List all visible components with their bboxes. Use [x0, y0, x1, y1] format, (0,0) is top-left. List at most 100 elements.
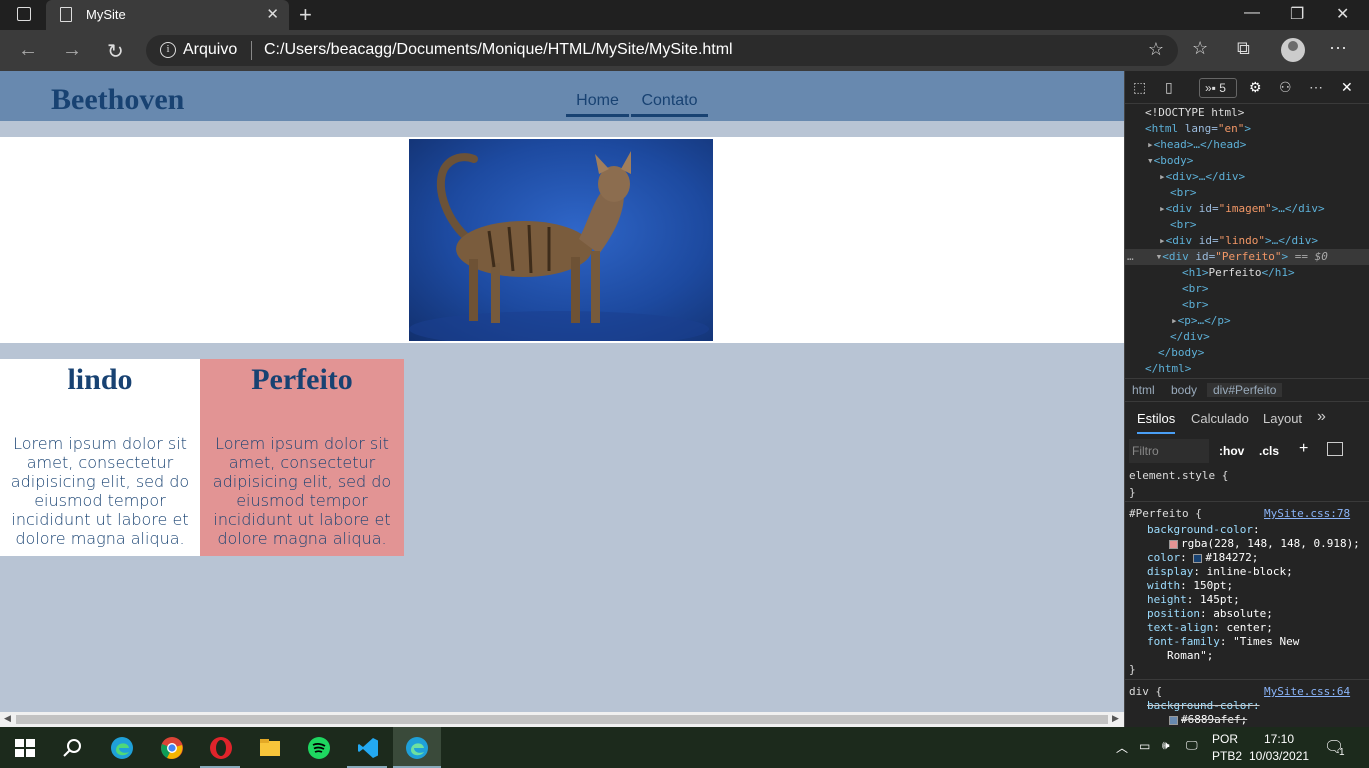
nav-contato-link[interactable]: Contato — [631, 92, 708, 117]
vscode-icon[interactable] — [356, 736, 380, 760]
scroll-left-icon[interactable]: ◀ — [4, 713, 11, 724]
add-favorite-icon[interactable]: ☆ — [1148, 39, 1164, 60]
dom-line[interactable]: </body> — [1158, 345, 1204, 361]
cls-toggle[interactable]: .cls — [1259, 444, 1279, 458]
address-bar[interactable]: i Arquivo C:/Users/beacagg/Documents/Mon… — [146, 35, 1178, 66]
forward-icon[interactable]: → — [62, 39, 82, 62]
tab-actions-icon[interactable] — [17, 7, 31, 21]
collections-icon[interactable]: ⧉ — [1237, 38, 1250, 59]
color-swatch[interactable] — [1169, 715, 1178, 725]
dom-line[interactable]: <br> — [1170, 217, 1197, 233]
tab-estilos[interactable]: Estilos — [1137, 411, 1176, 434]
toggle-sidebar-icon[interactable] — [1327, 442, 1343, 456]
new-rule-icon[interactable]: + — [1299, 440, 1308, 458]
keyboard-layout[interactable]: PTB2 — [1212, 749, 1242, 763]
perfeito-source-link[interactable]: MySite.css:78 — [1264, 507, 1350, 521]
devtools-toolbar: ⬚ ▯ »▪ 5 ⚙ ⚇ ⋯ ✕ — [1125, 71, 1369, 104]
style-value[interactable]: rgba(228, 148, 148, 0.918); — [1169, 537, 1360, 551]
windows-start-icon[interactable] — [13, 736, 37, 760]
style-prop-overridden[interactable]: background-color: — [1147, 699, 1260, 713]
battery-icon[interactable]: ▭ — [1139, 739, 1150, 753]
windows-taskbar: ︿ ▭ 🕪 🖵 POR PTB2 17:10 10/03/2021 🗨 1 — [0, 727, 1369, 768]
clock-time[interactable]: 17:10 — [1264, 732, 1294, 746]
restore-icon[interactable]: ❐ — [1290, 4, 1304, 24]
style-prop[interactable]: font-family: "Times New — [1147, 635, 1299, 649]
back-icon[interactable]: ← — [18, 39, 38, 62]
scrollbar-thumb[interactable] — [16, 715, 1108, 724]
breadcrumb-html[interactable]: html — [1132, 383, 1155, 397]
more-tabs-icon[interactable]: » — [1317, 408, 1326, 426]
breadcrumb-div-perfeito[interactable]: div#Perfeito — [1207, 383, 1283, 397]
style-prop[interactable]: color: #184272; — [1147, 551, 1258, 565]
settings-gear-icon[interactable]: ⚙ — [1249, 79, 1262, 96]
opera-icon[interactable] — [209, 736, 233, 760]
style-prop[interactable]: position: absolute; — [1147, 607, 1273, 621]
close-devtools-icon[interactable]: ✕ — [1341, 79, 1353, 96]
refresh-icon[interactable]: ↻ — [107, 39, 124, 64]
edge-dev-icon[interactable] — [405, 736, 429, 760]
nav-home-link[interactable]: Home — [566, 92, 629, 117]
inspect-icon[interactable]: ⬚ — [1133, 79, 1146, 96]
dom-line[interactable]: <!DOCTYPE html> — [1145, 105, 1244, 121]
dom-line[interactable]: ▸<p>…</p> — [1171, 313, 1231, 329]
style-prop[interactable]: display: inline-block; — [1147, 565, 1293, 579]
more-tools-icon[interactable]: ⋯ — [1309, 79, 1323, 96]
network-icon[interactable]: 🖵 — [1186, 738, 1198, 753]
dom-line[interactable]: </html> — [1145, 361, 1191, 377]
tab-calculado[interactable]: Calculado — [1191, 411, 1249, 426]
dom-line[interactable]: ▸<div>…</div> — [1159, 169, 1245, 185]
color-swatch[interactable] — [1169, 539, 1178, 549]
edge-icon[interactable] — [110, 736, 134, 760]
dom-line[interactable]: <br> — [1182, 297, 1209, 313]
notification-count: 1 — [1339, 747, 1345, 758]
dom-line[interactable]: <br> — [1182, 281, 1209, 297]
search-icon[interactable] — [61, 736, 85, 760]
file-explorer-icon[interactable] — [258, 736, 282, 760]
dom-line[interactable]: <h1>Perfeito</h1> — [1182, 265, 1295, 281]
more-icon[interactable]: ⋯ — [1329, 38, 1347, 59]
color-swatch[interactable] — [1193, 553, 1203, 563]
console-badge[interactable]: »▪ 5 — [1199, 78, 1237, 98]
hov-toggle[interactable]: :hov — [1219, 444, 1244, 458]
div-source-link[interactable]: MySite.css:64 — [1264, 685, 1350, 699]
breadcrumb-body[interactable]: body — [1171, 383, 1197, 397]
clock-date[interactable]: 10/03/2021 — [1249, 749, 1309, 763]
dom-line[interactable]: ▸<head>…</head> — [1147, 137, 1246, 153]
favorites-icon[interactable]: ☆ — [1192, 38, 1208, 59]
new-tab-icon[interactable]: + — [299, 2, 312, 28]
horizontal-scrollbar[interactable]: ◀ ▶ — [0, 712, 1124, 727]
dom-line[interactable]: <br> — [1170, 185, 1197, 201]
style-prop[interactable]: background-color: — [1147, 523, 1260, 537]
address-url[interactable]: C:/Users/beacagg/Documents/Monique/HTML/… — [264, 41, 733, 59]
devtools-panel: ⬚ ▯ »▪ 5 ⚙ ⚇ ⋯ ✕ <!DOCTYPE html> <html l… — [1124, 71, 1369, 727]
style-prop[interactable]: width: 150pt; — [1147, 579, 1233, 593]
close-window-icon[interactable]: ✕ — [1336, 4, 1349, 24]
dom-line[interactable]: </div> — [1170, 329, 1210, 345]
dom-line[interactable]: <html lang="en"> — [1145, 121, 1251, 137]
div-selector: div { — [1129, 685, 1163, 698]
device-emulation-icon[interactable]: ▯ — [1165, 79, 1173, 96]
dom-line[interactable]: ▾<body> — [1147, 153, 1193, 169]
volume-icon[interactable]: 🕪 — [1162, 738, 1170, 753]
connect-icon[interactable]: ⚇ — [1279, 79, 1292, 96]
language-code[interactable]: POR — [1212, 732, 1238, 746]
minimize-icon[interactable]: — — [1244, 4, 1260, 22]
chrome-icon[interactable] — [160, 736, 184, 760]
style-prop[interactable]: height: 145pt; — [1147, 593, 1240, 607]
show-hidden-icons[interactable]: ︿ — [1116, 739, 1128, 756]
style-value-overridden[interactable]: #6889afef; — [1169, 713, 1247, 727]
dom-line[interactable]: ▸<div id="lindo">…</div> — [1159, 233, 1318, 249]
rule-close: } — [1129, 486, 1136, 499]
dom-line[interactable]: ▸<div id="imagem">…</div> — [1159, 201, 1325, 217]
info-icon[interactable]: i — [160, 42, 176, 58]
site-brand: Beethoven — [51, 83, 185, 116]
styles-filter-input[interactable]: Filtro — [1129, 439, 1209, 463]
browser-tab[interactable]: MySite ✕ — [46, 0, 289, 30]
profile-avatar[interactable] — [1281, 38, 1305, 62]
scroll-right-icon[interactable]: ▶ — [1112, 713, 1119, 724]
close-tab-icon[interactable]: ✕ — [266, 5, 279, 23]
tab-layout[interactable]: Layout — [1263, 411, 1302, 426]
style-prop[interactable]: text-align: center; — [1147, 621, 1273, 635]
dom-line-selected[interactable]: … ▾<div id="Perfeito"> == $0 — [1125, 249, 1369, 265]
spotify-icon[interactable] — [307, 736, 331, 760]
